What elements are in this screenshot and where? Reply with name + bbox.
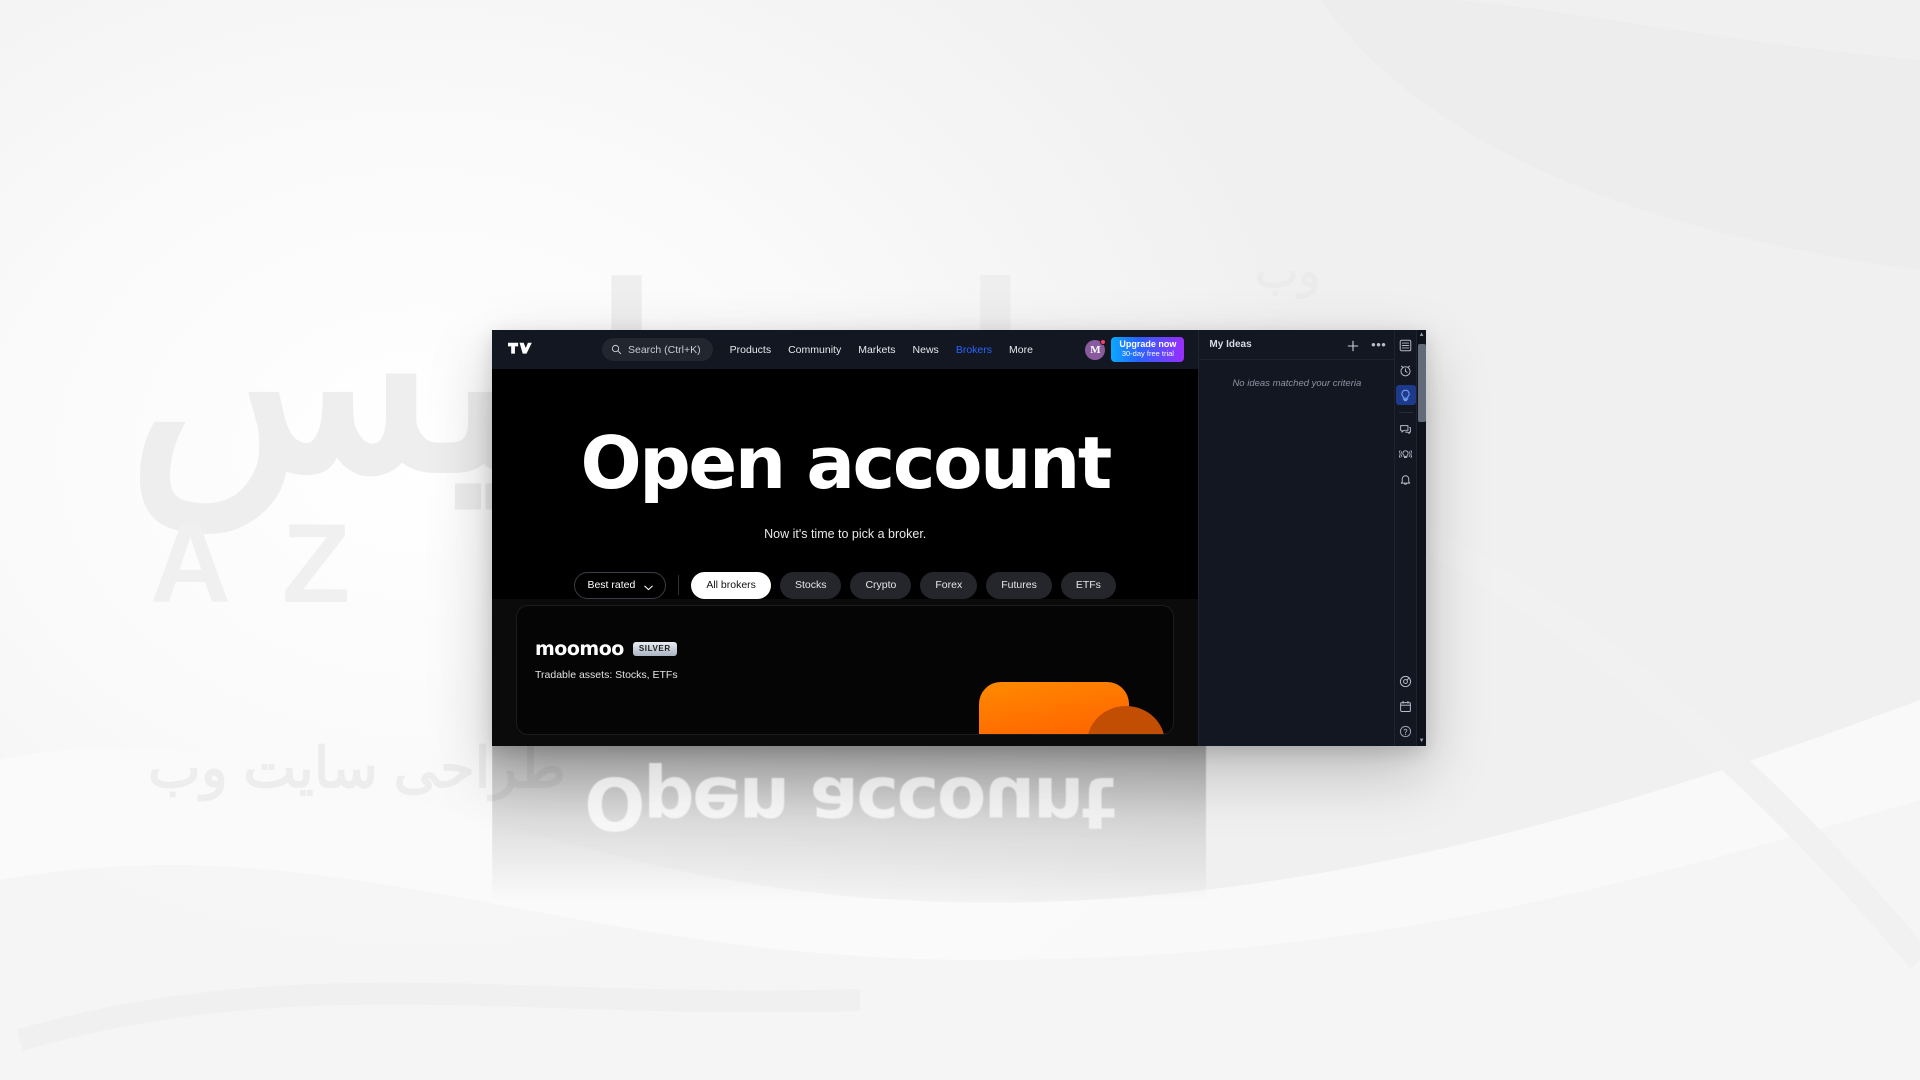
upgrade-now-button[interactable]: Upgrade now 30-day free trial [1111, 337, 1185, 362]
tradingview-logo[interactable] [508, 341, 534, 359]
plus-icon[interactable] [1347, 339, 1359, 351]
watermark-right: وب [1255, 245, 1321, 297]
watermark-small: طراحی سایت وب [148, 736, 566, 799]
avatar[interactable]: M [1085, 338, 1107, 360]
sort-dropdown[interactable]: Best rated [574, 571, 667, 599]
help-icon [1399, 725, 1412, 738]
broker-card-moomoo[interactable]: moomoo SILVER Tradable assets: Stocks, E… [516, 605, 1175, 735]
header-right-actions: M Upgrade now 30-day free trial [1085, 337, 1188, 362]
filter-pill-crypto[interactable]: Crypto [850, 571, 912, 599]
nav-item-news[interactable]: News [913, 344, 939, 356]
status-badge: SILVER [632, 642, 677, 656]
search-placeholder: Search (Ctrl+K) [628, 343, 701, 356]
chevron-down-icon [644, 582, 654, 591]
rail-item-watchlist[interactable] [1396, 335, 1416, 355]
filter-divider [678, 575, 680, 596]
rail-item-chat[interactable] [1396, 419, 1416, 439]
lightbulb-icon [1399, 389, 1412, 402]
main-navigation: Products Community Markets News Brokers … [730, 344, 1033, 356]
sort-dropdown-label: Best rated [587, 579, 636, 592]
rail-item-help[interactable] [1396, 721, 1416, 741]
search-icon [611, 344, 622, 355]
tradingview-window: Search (Ctrl+K) Products Community Marke… [492, 330, 1426, 746]
nav-item-markets[interactable]: Markets [858, 344, 895, 356]
broadcast-idea-icon [1399, 448, 1413, 461]
right-icon-rail [1394, 330, 1417, 746]
my-ideas-panel-header: My Ideas ••• [1199, 330, 1395, 360]
search-input[interactable]: Search (Ctrl+K) [602, 338, 713, 361]
avatar-initial: M [1090, 343, 1101, 356]
filter-pill-etfs[interactable]: ETFs [1060, 571, 1116, 599]
my-ideas-empty-message: No ideas matched your criteria [1232, 378, 1362, 389]
nav-item-products[interactable]: Products [730, 344, 771, 356]
broker-tradable-assets: Tradable assets: Stocks, ETFs [535, 669, 678, 681]
site-header: Search (Ctrl+K) Products Community Marke… [492, 330, 1199, 369]
filter-pill-futures[interactable]: Futures [986, 571, 1052, 599]
broker-name-row: moomoo SILVER [535, 638, 1173, 660]
broker-card-body: moomoo SILVER Tradable assets: Stocks, E… [517, 606, 1173, 681]
broker-brand-graphic-glow [1025, 734, 1085, 735]
chat-bubble-icon [1399, 423, 1412, 436]
filter-bar: Best rated All brokers Stocks Crypto For… [492, 571, 1198, 599]
bell-icon [1399, 473, 1412, 486]
watermark-sub: A Z [150, 501, 363, 626]
rail-separator [1398, 412, 1413, 413]
my-ideas-title: My Ideas [1209, 339, 1252, 350]
my-ideas-actions: ••• [1347, 338, 1386, 351]
scroll-down-arrow-icon[interactable]: ▼ [1419, 736, 1425, 746]
rail-item-streams[interactable] [1396, 444, 1416, 464]
broker-name: moomoo [535, 638, 624, 660]
filter-pill-stocks[interactable]: Stocks [779, 571, 842, 599]
scroll-up-arrow-icon[interactable]: ▲ [1419, 330, 1425, 340]
scrollbar-thumb[interactable] [1418, 344, 1426, 422]
hero-section: Open account Now it's time to pick a bro… [492, 369, 1199, 599]
nav-item-brokers[interactable]: Brokers [956, 344, 992, 356]
rail-item-explore[interactable] [1396, 671, 1416, 691]
page-content: Search (Ctrl+K) Products Community Marke… [492, 330, 1199, 746]
filter-pill-all-brokers[interactable]: All brokers [691, 571, 771, 599]
watchlist-icon [1399, 339, 1412, 352]
more-horizontal-icon[interactable]: ••• [1371, 338, 1386, 351]
rail-item-notifications[interactable] [1396, 469, 1416, 489]
calendar-icon [1399, 700, 1412, 713]
notification-dot-icon [1100, 338, 1107, 345]
rail-item-alerts[interactable] [1396, 360, 1416, 380]
scrollbar-track[interactable] [1417, 340, 1426, 736]
my-ideas-panel: My Ideas ••• No ideas matched your crite… [1198, 330, 1395, 746]
compass-icon [1399, 675, 1412, 688]
alert-clock-icon [1399, 364, 1412, 377]
upgrade-subtitle: 30-day free trial [1121, 348, 1174, 358]
nav-item-community[interactable]: Community [788, 344, 841, 356]
rail-item-ideas[interactable] [1395, 385, 1416, 405]
page-title: Open account [580, 421, 1112, 505]
rail-item-calendar[interactable] [1396, 696, 1416, 716]
nav-item-more[interactable]: More [1009, 344, 1033, 356]
vertical-scrollbar[interactable]: ▲ ▼ [1416, 330, 1426, 746]
page-subtitle: Now it's time to pick a broker. [764, 526, 927, 541]
filter-pill-forex[interactable]: Forex [920, 571, 978, 599]
